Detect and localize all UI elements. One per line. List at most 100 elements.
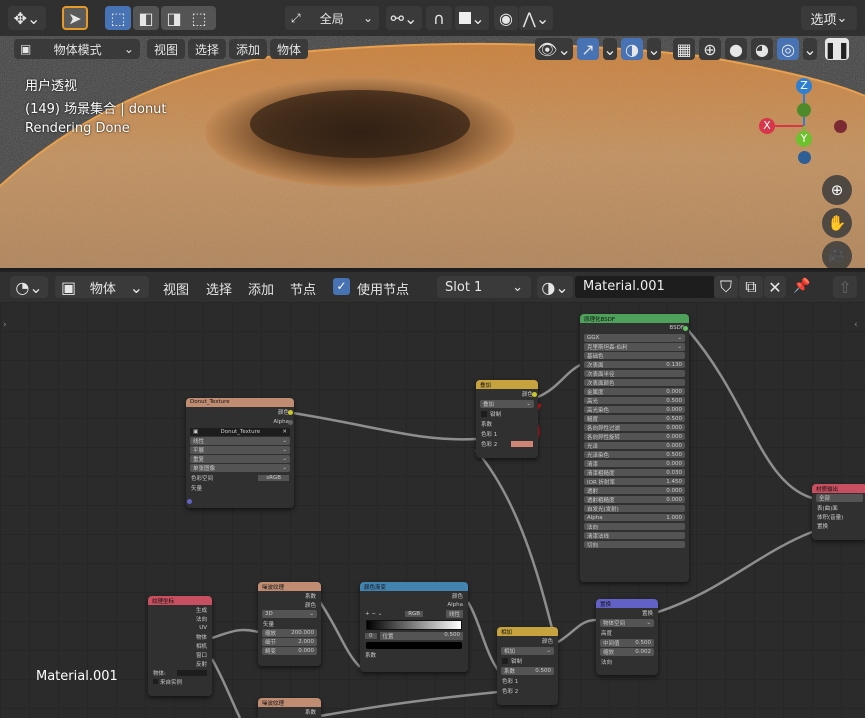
ramp-controls[interactable]: + − ⌄ RGB 线性 xyxy=(360,609,468,619)
bsdf-input-row[interactable]: 糙度 0.500 xyxy=(584,415,685,423)
pause-render-button[interactable]: ❚❚ xyxy=(824,38,850,60)
texture-coordinate-node[interactable]: 纹理坐标 生成 法向 UV 物体 相机 窗口 反射 物体: 来自实例 xyxy=(148,596,212,696)
node-menu-node[interactable]: 节点 xyxy=(290,279,316,298)
sss-method-dropdown[interactable]: 克里斯坦森-伯利 ⌄ xyxy=(584,343,685,351)
solid-shading[interactable]: ● xyxy=(725,38,747,60)
bsdf-input-row[interactable]: 法向 xyxy=(584,523,685,531)
proportional-edit-toggle[interactable]: ◉ xyxy=(494,6,518,30)
midlevel-field[interactable]: 中间值 0.500 xyxy=(600,639,654,647)
bsdf-input-row[interactable]: 光泽染色 0.500 xyxy=(584,451,685,459)
node-title[interactable]: 纹理坐标 xyxy=(148,596,212,605)
bsdf-input-row[interactable]: 基础色 xyxy=(584,352,685,360)
bsdf-input-row[interactable]: 切向 xyxy=(584,541,685,549)
stop-position-row[interactable]: 0 位置 0.500 xyxy=(360,631,468,641)
node-title[interactable]: 颜色渐变 xyxy=(360,582,468,591)
gizmo-toggle[interactable]: ↗ xyxy=(577,38,599,60)
gizmo-x-axis[interactable]: X xyxy=(759,118,775,134)
use-nodes-checkbox[interactable]: ✓ xyxy=(333,278,350,295)
bsdf-input-row[interactable]: Alpha 1.000 xyxy=(584,514,685,521)
snap-toggle[interactable]: ∩ xyxy=(426,6,452,30)
snap-target-dropdown[interactable]: ⌄ xyxy=(455,6,489,30)
gizmo-neg-y-axis[interactable] xyxy=(797,103,811,117)
clamp-checkbox[interactable]: 钳制 xyxy=(497,656,558,666)
target-dropdown[interactable]: 全部 xyxy=(816,494,863,502)
mix-add-node[interactable]: 相加 颜色 相加 ⌄ 钳制 系数 0.500 色彩 1 色彩 2 xyxy=(497,627,558,705)
bsdf-input-row[interactable]: IOR 折射率 1.450 xyxy=(584,478,685,486)
object-field[interactable]: 物体: xyxy=(148,668,212,677)
color-ramp-node[interactable]: 颜色渐变 颜色 Alpha + − ⌄ RGB 线性 0 位置 0.500 系数 xyxy=(360,582,468,672)
node-title[interactable]: 叠加 xyxy=(476,380,538,389)
node-menu-view[interactable]: 视图 xyxy=(163,279,189,298)
wireframe-shading[interactable]: ⊕ xyxy=(699,38,721,60)
menu-select[interactable]: 选择 xyxy=(188,39,227,59)
shader-type-dropdown[interactable]: ▣ 物体 ⌄ xyxy=(55,276,149,298)
fake-user-toggle[interactable]: ⛉ xyxy=(714,276,738,298)
falloff-dropdown[interactable]: ⋀⌄ xyxy=(519,6,553,30)
dimensions-dropdown[interactable]: 3D ⌄ xyxy=(262,610,317,618)
detail-field[interactable]: 细节 2.000 xyxy=(262,638,317,646)
extension-dropdown[interactable]: 重复 ⌄ xyxy=(190,455,290,463)
menu-view[interactable]: 视图 xyxy=(147,39,186,59)
editor-type-button[interactable]: ✥⌄ xyxy=(8,6,46,30)
color-ramp-gradient[interactable] xyxy=(366,620,462,630)
bump-node[interactable]: 置换 置换 物体空间 ⌄ 高度 中间值 0.500 缩放 0.002 法向 xyxy=(596,599,658,675)
noise-texture-node-2[interactable]: 噪波纹理 系数 xyxy=(258,698,321,718)
rendered-shading[interactable]: ◎ xyxy=(777,38,799,60)
bsdf-input-row[interactable]: 清漆法线 xyxy=(584,532,685,540)
bsdf-input-row[interactable]: 次表面半径 xyxy=(584,370,685,378)
node-title[interactable]: 原理化BSDF xyxy=(580,314,689,323)
zoom-icon[interactable]: ⊕ xyxy=(822,175,852,205)
gizmo-neg-z-axis[interactable] xyxy=(798,151,811,164)
principled-bsdf-node[interactable]: 原理化BSDF BSDF GGX ⌄ 克里斯坦森-伯利 ⌄ 基础色 次表面 0.130 次… xyxy=(580,314,689,582)
options-dropdown[interactable]: 选项 ⌄ xyxy=(801,6,857,30)
slot-dropdown[interactable]: Slot 1 ⌄ xyxy=(437,276,531,298)
menu-add[interactable]: 添加 xyxy=(229,39,268,59)
scale-field[interactable]: 缩放 200.000 xyxy=(262,629,317,637)
node-canvas[interactable]: › ‹ Donut_Texture 颜色 Alpha ▣ Donut_Textur… xyxy=(0,302,865,718)
duplicate-material-button[interactable]: ⧉ xyxy=(739,276,763,298)
bsdf-input-row[interactable]: 清漆 0.000 xyxy=(584,460,685,468)
node-title[interactable]: 噪波纹理 xyxy=(258,698,321,707)
clamp-checkbox[interactable]: 钳制 xyxy=(476,409,538,419)
unlink-material-button[interactable]: ✕ xyxy=(764,276,786,298)
select-tool-button[interactable]: ➤ xyxy=(62,6,88,30)
select-box-icon[interactable]: ⬚ xyxy=(105,6,131,30)
blend-type-dropdown[interactable]: 相加 ⌄ xyxy=(501,647,554,655)
select-intersect-icon[interactable]: ⬚ xyxy=(182,6,216,30)
bsdf-input-row[interactable]: 次表面 0.130 xyxy=(584,361,685,369)
distortion-field[interactable]: 畸变 0.000 xyxy=(262,647,317,655)
bsdf-input-row[interactable]: 光泽 0.000 xyxy=(584,442,685,450)
3d-viewport[interactable]: ▣ 物体模式 ⌄ 视图 选择 添加 物体 👁⌄ ↗ ⌄ ◑ ⌄ ▦ ⊕ ● ◕ ◎ … xyxy=(0,36,865,268)
select-extend-icon[interactable]: ◧ xyxy=(133,6,159,30)
visibility-dropdown[interactable]: 👁⌄ xyxy=(535,38,573,60)
bsdf-input-row[interactable]: 金属度 0.000 xyxy=(584,388,685,396)
gizmo-z-axis[interactable]: Z xyxy=(796,78,812,94)
gizmo-neg-x-axis[interactable] xyxy=(834,120,847,133)
hand-pan-icon[interactable]: ✋ xyxy=(822,208,852,238)
bsdf-input-row[interactable]: 自发光(发射) xyxy=(584,505,685,513)
node-title[interactable]: Donut_Texture xyxy=(186,398,294,407)
bsdf-input-row[interactable]: 透射粗糙度 0.000 xyxy=(584,496,685,504)
gizmo-y-axis[interactable]: Y xyxy=(796,131,812,147)
overlay-toggle[interactable]: ◑ xyxy=(621,38,643,60)
image-datablock[interactable]: ▣ Donut_Texture ✕ xyxy=(190,428,290,436)
blend-type-dropdown[interactable]: 叠加 ⌄ xyxy=(480,400,534,408)
shading-dropdown[interactable]: ⌄ xyxy=(803,38,817,60)
pivot-dropdown[interactable]: ⚯⌄ xyxy=(386,6,422,30)
bsdf-input-row[interactable]: 各向异性旋转 0.000 xyxy=(584,433,685,441)
bsdf-input-row[interactable]: 高光 0.500 xyxy=(584,397,685,405)
scale-field[interactable]: 缩放 0.002 xyxy=(600,648,654,656)
bsdf-input-row[interactable]: 高光染色 0.000 xyxy=(584,406,685,414)
color2-row[interactable]: 色彩 2 xyxy=(476,439,538,449)
node-title[interactable]: 噪波纹理 xyxy=(258,582,321,591)
node-title[interactable]: 相加 xyxy=(497,627,558,636)
material-output-node[interactable]: 材质输出 全部 表(曲)面 体积(音量) 置换 xyxy=(812,484,865,540)
colorspace-row[interactable]: 色彩空间 sRGB xyxy=(186,473,294,483)
bsdf-input-row[interactable]: 次表面颜色 xyxy=(584,379,685,387)
distribution-dropdown[interactable]: GGX ⌄ xyxy=(584,334,685,342)
interpolation-dropdown[interactable]: 线性 ⌄ xyxy=(190,437,290,445)
bsdf-input-row[interactable]: 各向异性过滤 0.000 xyxy=(584,424,685,432)
bsdf-input-row[interactable]: 透射 0.000 xyxy=(584,487,685,495)
mix-overlay-node[interactable]: 叠加 颜色 叠加 ⌄ 钳制 系数 色彩 1 色彩 2 xyxy=(476,380,538,458)
factor-field[interactable]: 系数 0.500 xyxy=(501,667,554,675)
